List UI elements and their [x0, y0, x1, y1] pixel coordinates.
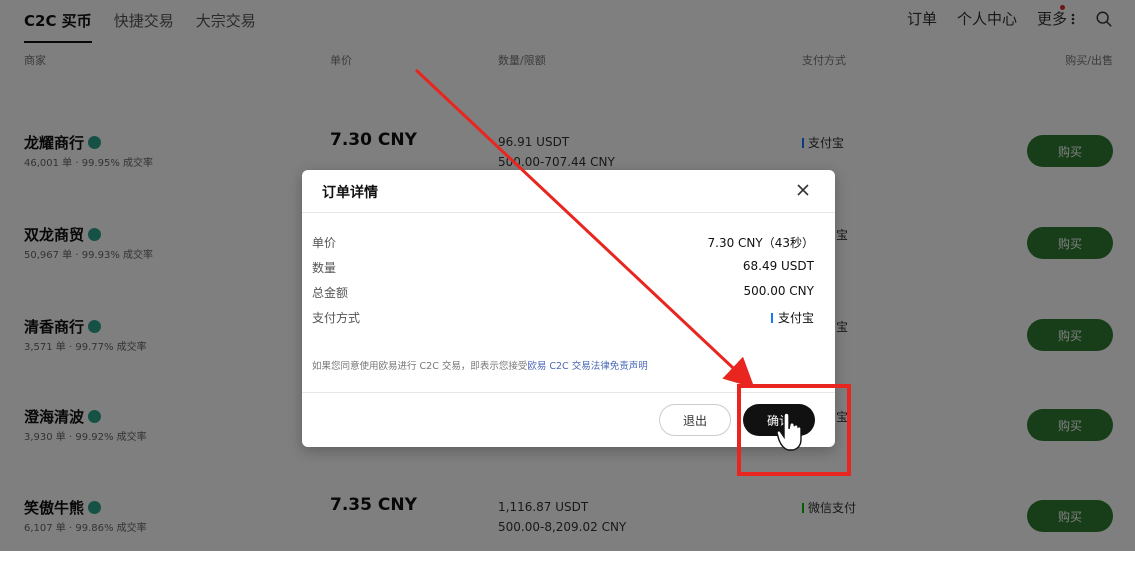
detail-value: 500.00 CNY: [743, 284, 815, 298]
disclaimer-link[interactable]: 欧易 C2C 交易法律免责声明: [527, 361, 647, 372]
legal-disclaimer: 如果您同意使用欧易进行 C2C 交易，即表示您接受欧易 C2C 交易法律免责声明: [312, 358, 648, 372]
detail-label: 支付方式: [312, 311, 361, 325]
detail-row-price: 单价 7.30 CNY（43秒）: [312, 234, 814, 254]
order-details-modal: 订单详情 单价 7.30 CNY（43秒） 数量 68.49 USDT 总金额 …: [302, 170, 835, 447]
modal-title: 订单详情: [322, 185, 378, 201]
divider: [302, 212, 835, 213]
detail-value: 7.30 CNY（43秒）: [707, 236, 815, 250]
detail-label: 总金额: [312, 286, 349, 300]
disclaimer-text: 如果您同意使用欧易进行 C2C 交易，即表示您接受: [312, 361, 528, 372]
alipay-bar-icon: [770, 312, 773, 323]
exit-button[interactable]: 退出: [659, 404, 731, 436]
detail-row-total: 总金额 500.00 CNY: [312, 284, 814, 304]
detail-label: 数量: [312, 261, 337, 275]
detail-row-quantity: 数量 68.49 USDT: [312, 259, 814, 279]
detail-row-payment: 支付方式 支付宝: [312, 309, 814, 329]
detail-value-payment: 支付宝: [770, 309, 814, 326]
payment-method-value: 支付宝: [777, 311, 814, 325]
detail-value: 68.49 USDT: [742, 259, 814, 273]
divider: [302, 392, 835, 393]
close-icon[interactable]: [795, 182, 811, 198]
hand-cursor-icon: [776, 412, 802, 451]
detail-label: 单价: [312, 236, 337, 250]
